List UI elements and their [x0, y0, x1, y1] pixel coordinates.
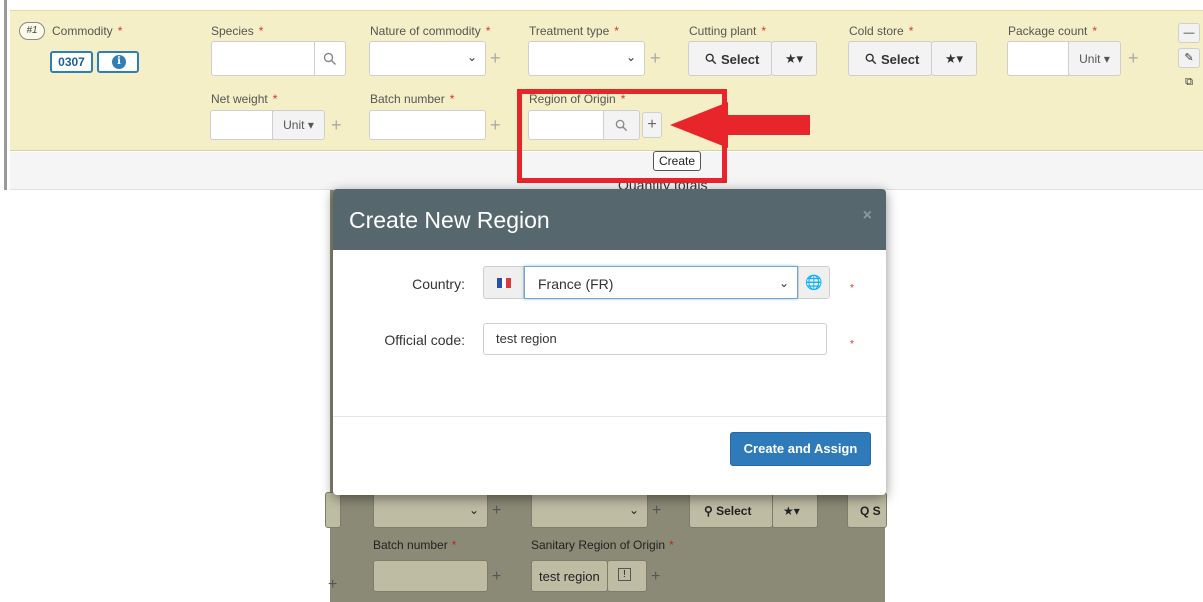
chevron-down-icon: ⌄: [778, 276, 789, 290]
copy-icon: ⧉: [1185, 76, 1193, 88]
bg-batch-number-label: Batch number *: [373, 538, 457, 552]
cutting-plant-favourites-button[interactable]: ★▾: [771, 41, 817, 76]
batch-number-label: Batch number *: [370, 92, 455, 106]
official-code-required-mark: *: [850, 339, 854, 350]
search-icon: [865, 53, 877, 65]
country-label: Country:: [412, 276, 465, 292]
net-weight-unit-dropdown[interactable]: Unit ▾: [272, 110, 325, 140]
package-count-input[interactable]: [1007, 41, 1069, 76]
net-weight-label: Net weight *: [211, 92, 278, 106]
bg-batch-input: [373, 560, 488, 592]
cutting-plant-select-button[interactable]: Select: [688, 41, 772, 76]
cutting-plant-label: Cutting plant *: [689, 24, 767, 38]
red-arrow-annotation: [670, 102, 810, 148]
bg-select-button-2: Q S: [847, 492, 887, 528]
search-icon: [323, 52, 337, 66]
species-input[interactable]: [211, 41, 315, 76]
bg-region-value: test region: [531, 560, 608, 592]
commodity-info-button[interactable]: i: [97, 51, 139, 73]
star-icon: ★▾: [784, 51, 804, 66]
create-region-modal: Create New Region × Country: France (FR)…: [333, 189, 886, 495]
bg-region-addon: !: [607, 560, 647, 592]
left-border-bar: [4, 0, 7, 190]
chevron-down-icon: ⌄: [466, 50, 477, 64]
modal-title: Create New Region: [349, 207, 550, 233]
modal-footer-divider: [333, 416, 886, 417]
package-unit-dropdown[interactable]: Unit ▾: [1068, 41, 1121, 76]
nature-add-plus-icon[interactable]: +: [490, 49, 501, 67]
bg-sanitary-region-label: Sanitary Region of Origin *: [531, 538, 674, 552]
official-code-label: Official code:: [384, 332, 465, 348]
nature-of-commodity-label: Nature of commodity *: [370, 24, 491, 38]
net-weight-add-plus-icon[interactable]: +: [331, 116, 342, 134]
globe-button[interactable]: 🌐: [798, 266, 830, 299]
batch-number-input[interactable]: [369, 110, 486, 140]
close-icon[interactable]: ×: [863, 207, 872, 225]
treatment-add-plus-icon[interactable]: +: [650, 49, 661, 67]
package-add-plus-icon[interactable]: +: [1128, 49, 1139, 67]
commodity-label: Commodity *: [52, 24, 123, 38]
official-code-input[interactable]: test region: [483, 323, 827, 355]
france-flag-icon: [497, 278, 512, 288]
edit-button[interactable]: ✎: [1178, 48, 1200, 68]
country-required-mark: *: [850, 283, 854, 294]
search-icon: [705, 53, 717, 65]
modal-header: Create New Region ×: [333, 189, 886, 250]
pencil-icon: ✎: [1184, 52, 1194, 64]
screenshot-stage: #1 Commodity * 0307 i Species * Nature of …: [0, 0, 1203, 602]
create-tooltip: Create: [653, 151, 701, 171]
cold-store-select-button[interactable]: Select: [848, 41, 932, 76]
net-weight-input[interactable]: [210, 110, 273, 140]
bg-select-button: ⚲ Select: [689, 492, 773, 528]
country-flag-addon: [483, 266, 524, 299]
minus-icon: —: [1183, 27, 1195, 39]
bg-favourites-button: ★▾: [772, 492, 818, 528]
commodity-code-badge[interactable]: 0307: [50, 51, 93, 73]
bg-search-addon: [325, 492, 341, 528]
species-label: Species *: [211, 24, 264, 38]
batch-add-plus-icon[interactable]: +: [490, 116, 501, 134]
species-search-button[interactable]: [314, 41, 346, 76]
package-count-label: Package count *: [1008, 24, 1098, 38]
cold-store-label: Cold store *: [849, 24, 914, 38]
create-and-assign-button[interactable]: Create and Assign: [730, 432, 871, 466]
treatment-type-select[interactable]: ⌄: [528, 41, 645, 76]
star-icon: ★▾: [944, 51, 964, 66]
bg-select-2: ⌄: [531, 492, 648, 528]
country-select[interactable]: France (FR) ⌄: [524, 266, 798, 299]
chevron-down-icon: ⌄: [625, 50, 636, 64]
bg-select-1: ⌄: [373, 492, 488, 528]
treatment-type-label: Treatment type *: [529, 24, 619, 38]
commodity-sequence-badge: #1: [19, 22, 45, 40]
cold-store-favourites-button[interactable]: ★▾: [931, 41, 977, 76]
nature-of-commodity-select[interactable]: ⌄: [369, 41, 486, 76]
globe-icon: 🌐: [805, 274, 823, 290]
info-icon: i: [112, 55, 126, 69]
copy-button[interactable]: ⧉: [1178, 73, 1200, 93]
collapse-button[interactable]: —: [1178, 23, 1200, 43]
